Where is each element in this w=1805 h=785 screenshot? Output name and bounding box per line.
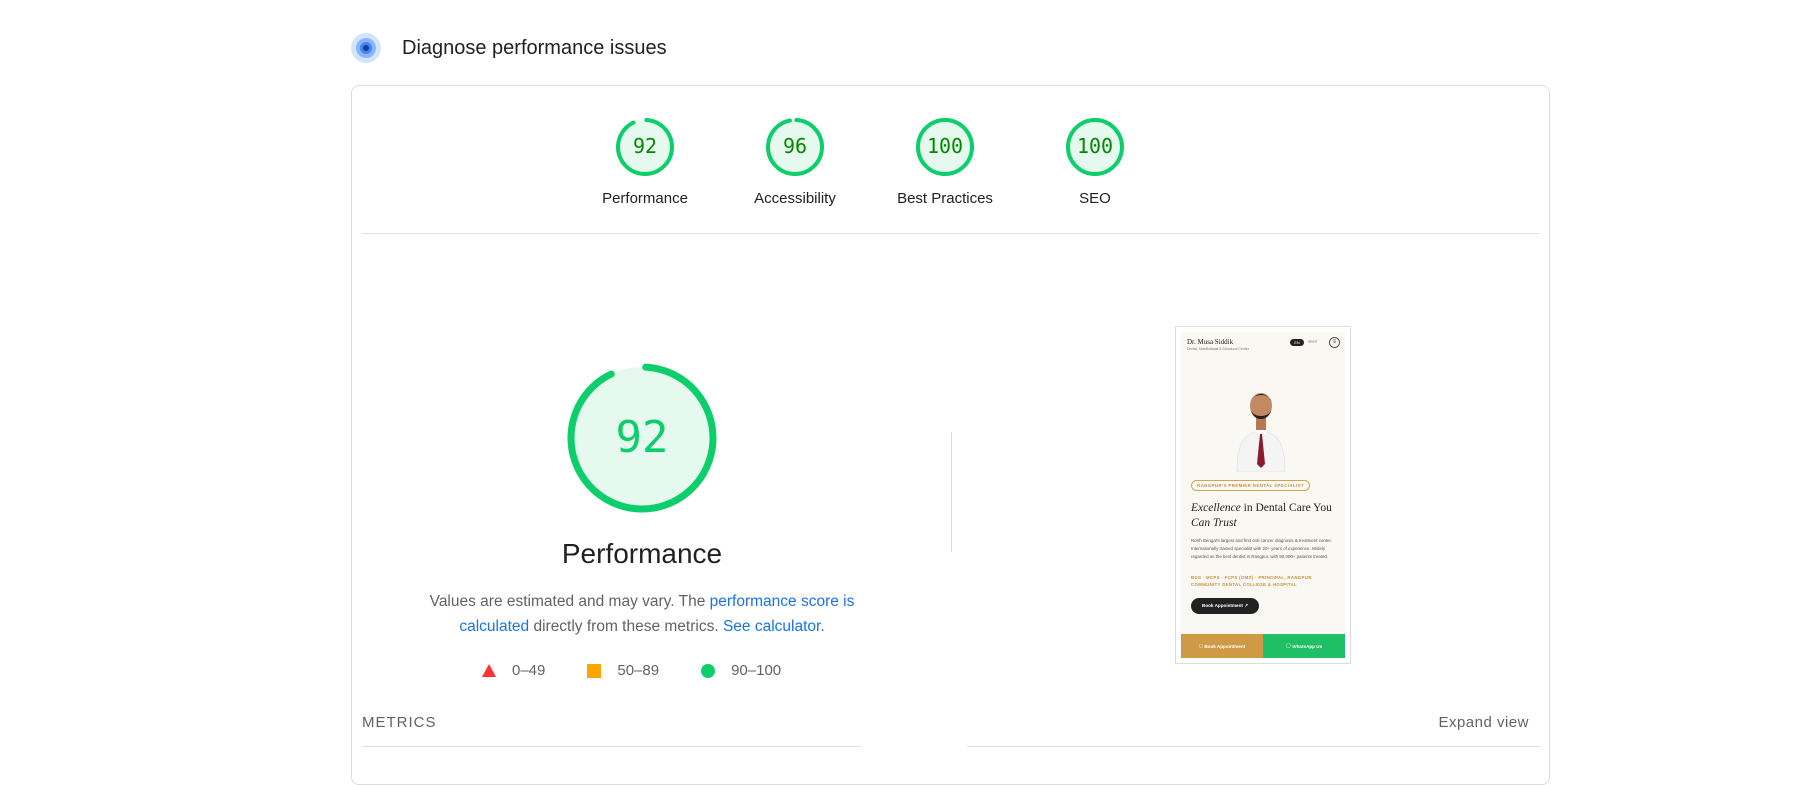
- performance-title: Performance: [561, 538, 723, 569]
- gauge-score: 100: [927, 134, 963, 158]
- gauge-performance[interactable]: 92 Performance: [575, 116, 715, 207]
- score-legend: 0–49 50–89 90–100: [482, 662, 781, 679]
- book-label: Book Appointment: [1204, 643, 1246, 649]
- score-ring: 92: [567, 363, 717, 513]
- section-title: Diagnose performance issues: [402, 36, 667, 59]
- performance-diagnose-icon: [351, 33, 381, 63]
- square-icon: [587, 663, 602, 678]
- category-gauges: 92 Performance 96 Accessibility 100 Best…: [352, 86, 1549, 234]
- legend-range: 0–49: [512, 662, 546, 679]
- headline-text: in Dental Care You: [1240, 502, 1332, 514]
- metrics-divider-right: [967, 746, 1540, 747]
- gauge-score: 92: [633, 134, 657, 158]
- desc-text: directly from these metrics.: [529, 618, 723, 635]
- score-ring: 92: [616, 118, 674, 176]
- menu-icon: ≡: [1329, 337, 1340, 348]
- screenshot-page: Dr. Musa Siddik Dental, Maxillofacial & …: [1181, 332, 1345, 658]
- circle-icon: [701, 663, 716, 678]
- gauge-score: 96: [783, 134, 807, 158]
- legend-average: 50–89: [587, 662, 659, 679]
- book-appointment-bar-button: ▢ Book Appointment: [1181, 634, 1263, 658]
- sticky-footer-bar: ▢ Book Appointment ◯ WhatsApp Us: [1181, 634, 1345, 658]
- final-screenshot[interactable]: Dr. Musa Siddik Dental, Maxillofacial & …: [1175, 326, 1351, 664]
- legend-fail: 0–49: [482, 662, 545, 679]
- legend-pass: 90–100: [701, 662, 781, 679]
- divider: [362, 233, 1539, 234]
- gauge-label: Performance: [602, 190, 688, 207]
- metrics-divider-left: [362, 746, 861, 747]
- hero-headline: Excellence in Dental Care You Can Trust: [1191, 501, 1341, 531]
- language-toggle: EN বাংলা: [1290, 339, 1317, 346]
- site-brand-sub: Dental, Maxillofacial & Structural Cente…: [1187, 347, 1249, 351]
- score-ring: 100: [916, 118, 974, 176]
- gauge-accessibility[interactable]: 96 Accessibility: [725, 116, 865, 207]
- gauge-label: Best Practices: [897, 190, 993, 207]
- vertical-divider: [951, 432, 952, 552]
- gauge-score: 100: [1077, 134, 1113, 158]
- lighthouse-report-card: 92 Performance 96 Accessibility 100 Best…: [351, 85, 1550, 785]
- gauge-seo[interactable]: 100 SEO: [1025, 116, 1165, 207]
- headline-em: Excellence: [1191, 502, 1241, 514]
- headline-em: Can Trust: [1191, 517, 1237, 529]
- expand-view-button[interactable]: Expand view: [1438, 714, 1529, 731]
- performance-score: 92: [616, 412, 669, 463]
- desc-text: .: [820, 618, 825, 635]
- doctor-photo: [1236, 393, 1286, 472]
- legend-range: 90–100: [731, 662, 782, 679]
- score-ring: 100: [1066, 118, 1124, 176]
- wa-label: WhatsApp Us: [1292, 643, 1323, 649]
- hero-qualifications: BDS · MCPS · FCPS (OMS) · PRINCIPAL, RAN…: [1191, 575, 1312, 587]
- see-calculator-link[interactable]: See calculator: [723, 618, 820, 635]
- metrics-heading: METRICS: [362, 714, 437, 731]
- hero-cta-button: Book Appointment ↗: [1191, 598, 1260, 614]
- performance-main-gauge: 92: [562, 358, 722, 523]
- hero-badge: RANGPUR'S PREMIER DENTAL SPECIALIST: [1191, 480, 1311, 491]
- gauge-best-practices[interactable]: 100 Best Practices: [875, 116, 1015, 207]
- gauge-label: Accessibility: [754, 190, 836, 207]
- whatsapp-bar-button: ◯ WhatsApp Us: [1263, 634, 1345, 658]
- section-header: Diagnose performance issues: [350, 32, 667, 64]
- site-brand: Dr. Musa Siddik: [1187, 338, 1234, 346]
- lang-en: EN: [1290, 339, 1304, 346]
- lang-bn: বাংলা: [1307, 339, 1317, 344]
- triangle-icon: [482, 664, 496, 677]
- hero-body: North Bengal's largest and first oral ca…: [1191, 538, 1332, 559]
- performance-description: Values are estimated and may vary. The p…: [412, 589, 872, 639]
- desc-text: Values are estimated and may vary. The: [429, 593, 710, 610]
- legend-range: 50–89: [617, 662, 660, 679]
- score-ring: 96: [766, 118, 824, 176]
- gauge-label: SEO: [1079, 190, 1111, 207]
